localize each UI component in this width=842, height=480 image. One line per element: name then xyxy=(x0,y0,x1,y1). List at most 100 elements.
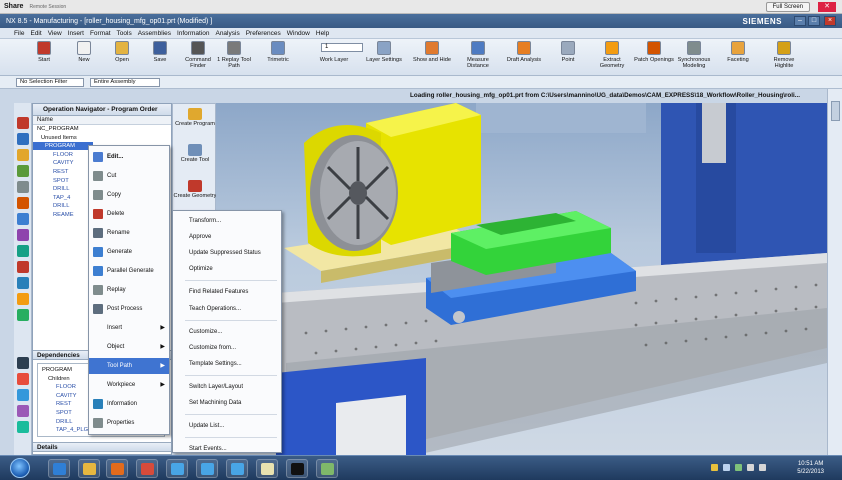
taskbar-app-button[interactable] xyxy=(316,459,338,478)
teamcenter-tab-icon[interactable] xyxy=(17,389,29,401)
dependency-row[interactable]: TAP_4_PLGS xyxy=(38,426,92,434)
submenu-item-switch-layer-layout[interactable]: Switch Layer/Layout xyxy=(173,379,281,395)
dependency-row[interactable]: CAVITY xyxy=(38,392,77,400)
web-browser-tab-icon[interactable] xyxy=(17,213,29,225)
process-studio-tab-icon[interactable] xyxy=(17,261,29,273)
context-menu-item-replay[interactable]: Replay xyxy=(89,282,169,298)
assembly-navigator-tab-icon[interactable] xyxy=(17,181,29,193)
context-menu-item-edit[interactable]: Edit... xyxy=(89,149,169,165)
navigator-name-column-header[interactable]: Name xyxy=(33,116,171,125)
context-menu-item-generate[interactable]: Generate xyxy=(89,244,169,260)
network-icon[interactable] xyxy=(747,464,754,471)
patch-openings-button[interactable]: Patch Openings xyxy=(634,41,674,74)
submenu-item-customize-from[interactable]: Customize from... xyxy=(173,340,281,356)
synchronous-modeling-button[interactable]: Synchronous Modeling xyxy=(674,41,714,74)
taskbar-app-button[interactable] xyxy=(48,459,70,478)
dependency-row[interactable]: SPOT xyxy=(38,409,72,417)
clip-tab-icon[interactable] xyxy=(17,309,29,321)
viewport-scrollbar[interactable] xyxy=(827,89,842,455)
draft-analysis-button[interactable]: Draft Analysis xyxy=(504,41,544,74)
create-tool-button[interactable]: Create Tool xyxy=(173,144,217,163)
menu-insert[interactable]: Insert xyxy=(68,30,84,37)
extract-geometry-button[interactable]: Extract Geometry xyxy=(592,41,632,74)
context-menu-item-copy[interactable]: Copy xyxy=(89,187,169,203)
context-menu-item-cut[interactable]: Cut xyxy=(89,168,169,184)
tray-icon[interactable] xyxy=(735,464,742,471)
tray-icon[interactable] xyxy=(723,464,730,471)
tree-row[interactable]: Unused Items xyxy=(33,134,153,142)
menu-analysis[interactable]: Analysis xyxy=(215,30,239,37)
taskbar-app-button[interactable] xyxy=(286,459,308,478)
save-button[interactable]: Save xyxy=(140,41,180,74)
menu-help[interactable]: Help xyxy=(316,30,329,37)
graphics-viewport[interactable] xyxy=(216,103,827,455)
context-menu-item-properties[interactable]: Properties xyxy=(89,415,169,431)
submenu-item-update-suppressed-status[interactable]: Update Suppressed Status xyxy=(173,245,281,261)
dependency-row[interactable]: FLOOR xyxy=(38,383,76,391)
1-replay-tool-path-button[interactable]: 1 Replay Tool Path xyxy=(214,41,254,74)
menu-view[interactable]: View xyxy=(48,30,62,37)
windows-start-button[interactable] xyxy=(10,458,30,478)
context-menu-item-insert[interactable]: Insert ▶ xyxy=(89,320,169,336)
part-navigator-tab-icon[interactable] xyxy=(17,165,29,177)
hd3d-tab-icon[interactable] xyxy=(17,373,29,385)
tree-row[interactable]: NC_PROGRAM xyxy=(33,125,153,133)
start-button[interactable]: Start xyxy=(24,41,64,74)
context-menu-item-object[interactable]: Object ▶ xyxy=(89,339,169,355)
manufacturing-wizard-tab-icon[interactable] xyxy=(17,405,29,417)
submenu-item-find-related-features[interactable]: Find Related Features xyxy=(173,284,281,300)
context-menu-item-tool-path[interactable]: Tool Path ▶ xyxy=(89,358,169,374)
context-menu-item-delete[interactable]: Delete xyxy=(89,206,169,222)
new-button[interactable]: New xyxy=(64,41,104,74)
taskbar-app-button[interactable] xyxy=(166,459,188,478)
tree-row[interactable]: PROGRAM xyxy=(33,142,93,151)
minimize-button[interactable]: – xyxy=(794,16,806,26)
volume-icon[interactable] xyxy=(759,464,766,471)
menu-edit[interactable]: Edit xyxy=(30,30,41,37)
taskbar-app-button[interactable] xyxy=(196,459,218,478)
menu-window[interactable]: Window xyxy=(287,30,310,37)
utilities-tab-icon[interactable] xyxy=(17,421,29,433)
submenu-item-teach-operations[interactable]: Teach Operations... xyxy=(173,301,281,317)
system-scenes-tab-icon[interactable] xyxy=(17,293,29,305)
taskbar-clock[interactable]: 10:51 AM 5/22/2013 xyxy=(797,460,824,476)
selection-filter-dropdown[interactable]: No Selection Filter xyxy=(16,78,84,87)
point-button[interactable]: Point xyxy=(548,41,588,74)
submenu-item-template-settings[interactable]: Template Settings... xyxy=(173,356,281,372)
remove-highlite-button[interactable]: Remove Highlite xyxy=(764,41,804,74)
submenu-item-customize[interactable]: Customize... xyxy=(173,324,281,340)
machining-feature-navigator-tab-icon[interactable] xyxy=(17,149,29,161)
context-menu-item-parallel-generate[interactable]: Parallel Generate xyxy=(89,263,169,279)
fullscreen-button[interactable]: Full Screen xyxy=(765,2,810,12)
dependency-row[interactable]: DRILL xyxy=(38,418,72,426)
menu-file[interactable]: File xyxy=(14,30,24,37)
system-materials-tab-icon[interactable] xyxy=(17,245,29,257)
work-layer-select[interactable]: 1 xyxy=(321,43,363,52)
submenu-item-optimize[interactable]: Optimize xyxy=(173,261,281,277)
show-and-hide-button[interactable]: Show and Hide xyxy=(412,41,452,74)
context-menu-item-information[interactable]: Information xyxy=(89,396,169,412)
layer-settings-button[interactable]: Layer Settings xyxy=(364,41,404,74)
history-tab-icon[interactable] xyxy=(17,229,29,241)
dependency-row[interactable]: Children xyxy=(38,375,70,383)
close-share-button[interactable]: ✕ xyxy=(818,2,836,12)
machine-tool-navigator-tab-icon[interactable] xyxy=(17,133,29,145)
menu-preferences[interactable]: Preferences xyxy=(246,30,281,37)
menu-assemblies[interactable]: Assemblies xyxy=(138,30,171,37)
window-close-button[interactable]: × xyxy=(824,16,836,26)
taskbar-app-button[interactable] xyxy=(226,459,248,478)
tray-icon[interactable] xyxy=(711,464,718,471)
submenu-item-approve[interactable]: Approve xyxy=(173,229,281,245)
reuse-library-tab-icon[interactable] xyxy=(17,197,29,209)
create-geometry-button[interactable]: Create Geometry xyxy=(173,180,217,199)
measure-distance-button[interactable]: Measure Distance xyxy=(458,41,498,74)
menu-tools[interactable]: Tools xyxy=(117,30,132,37)
dependency-row[interactable]: PROGRAM xyxy=(38,366,72,374)
scrollbar-thumb[interactable] xyxy=(831,101,840,121)
trimetric-button[interactable]: Trimetric xyxy=(258,41,298,74)
create-program-button[interactable]: Create Program xyxy=(173,108,217,127)
dependency-row[interactable]: REST xyxy=(38,400,71,408)
faceting-button[interactable]: Faceting xyxy=(718,41,758,74)
taskbar-app-button[interactable] xyxy=(256,459,278,478)
maximize-button[interactable]: □ xyxy=(808,16,820,26)
